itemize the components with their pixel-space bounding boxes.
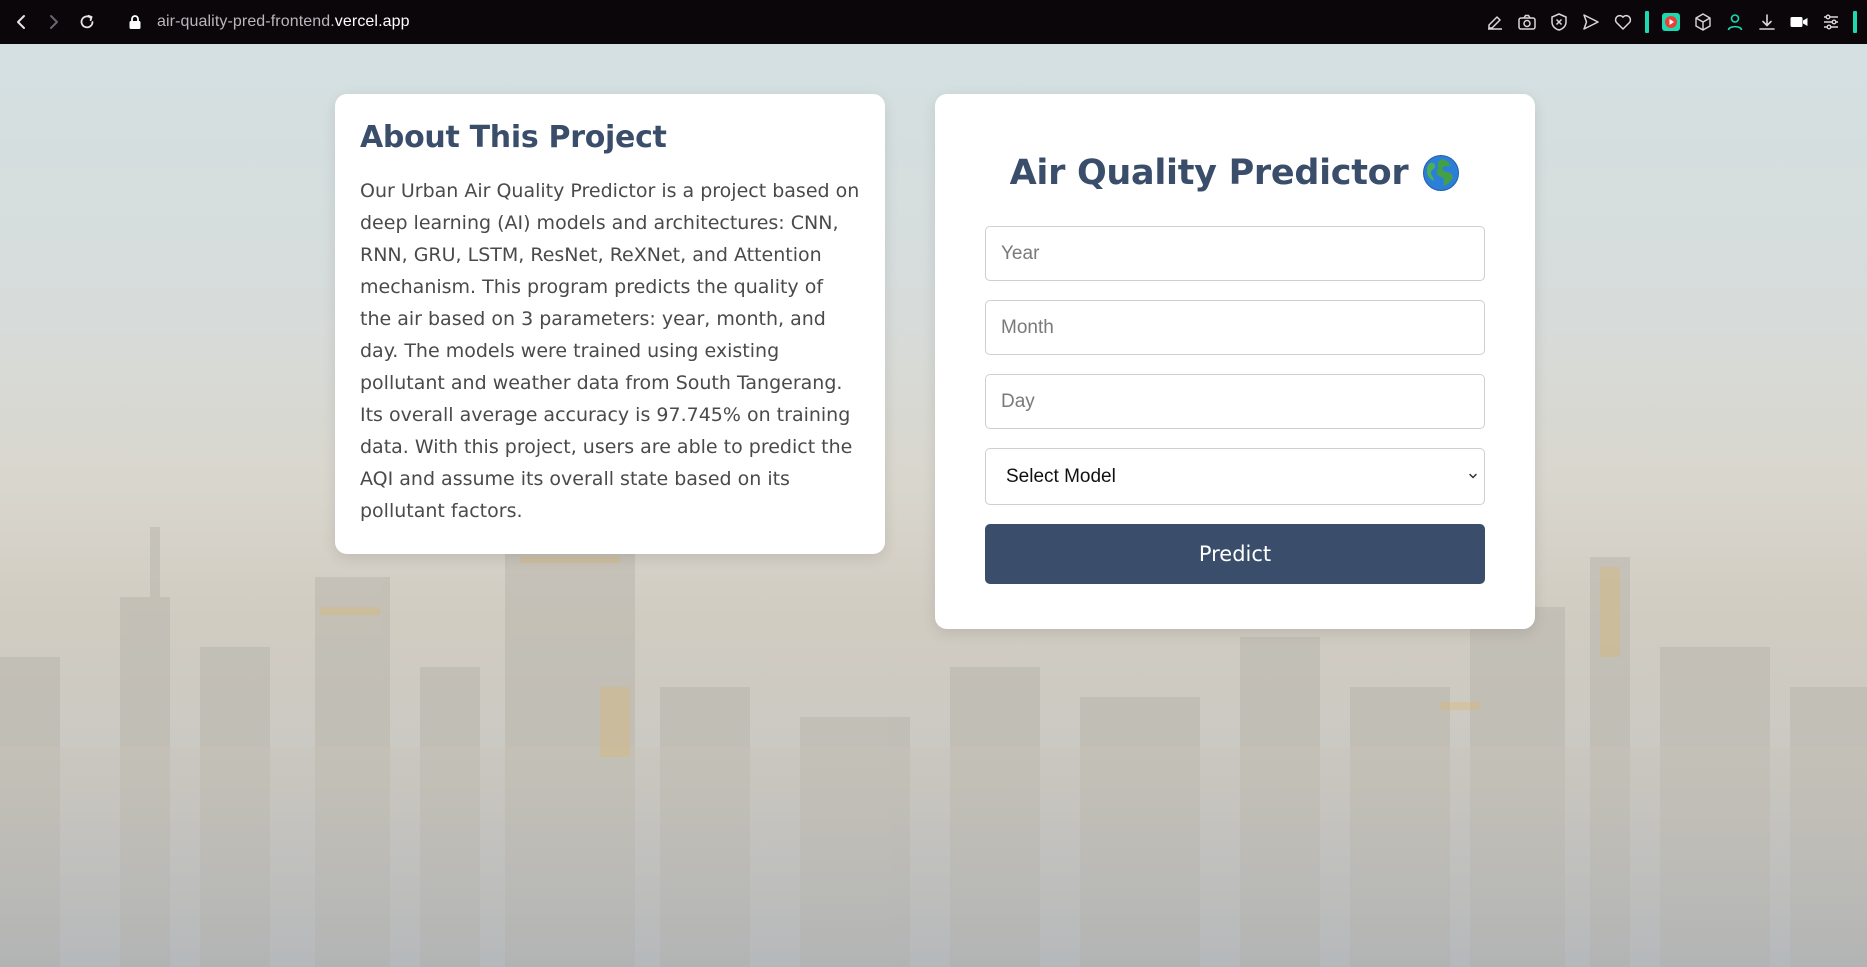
year-input[interactable]: [985, 226, 1485, 281]
predictor-header: Air Quality Predictor: [985, 144, 1485, 202]
box-extension-button[interactable]: [1693, 12, 1713, 32]
model-select[interactable]: Select Model: [985, 448, 1485, 505]
download-icon: [1759, 14, 1775, 30]
reload-icon: [80, 14, 93, 29]
sliders-icon: [1824, 14, 1838, 30]
model-select-value: Select Model: [1006, 465, 1116, 487]
favorites-button[interactable]: [1613, 12, 1633, 32]
about-card: About This Project Our Urban Air Quality…: [335, 94, 885, 554]
downloads-button[interactable]: [1757, 12, 1777, 32]
sidebar-indicator: [1853, 11, 1857, 33]
month-input[interactable]: [985, 300, 1485, 355]
shield-x-icon: [1551, 13, 1567, 31]
predict-button[interactable]: Predict: [985, 524, 1485, 584]
address-bar[interactable]: air-quality-pred-frontend.vercel.app: [127, 0, 410, 44]
extensions-tray: [1485, 0, 1867, 44]
chevron-down-icon: [1469, 473, 1477, 479]
adblock-button[interactable]: [1549, 12, 1569, 32]
city-skyline-background: [0, 527, 1867, 967]
url-prefix: air-quality-pred-frontend.: [157, 13, 335, 30]
cube-icon: [1695, 13, 1711, 31]
forward-arrow-icon: [49, 15, 58, 29]
heart-icon: [1614, 14, 1632, 30]
predictor-card: Air Quality Predictor Select Model Predi…: [935, 94, 1535, 629]
about-title: About This Project: [360, 120, 667, 155]
lock-icon: [129, 15, 141, 29]
video-extension-button[interactable]: [1661, 12, 1681, 32]
toolbar-separator: [1645, 11, 1649, 33]
about-description: Our Urban Air Quality Predictor is a pro…: [360, 180, 860, 522]
url-text: air-quality-pred-frontend.vercel.app: [157, 13, 410, 31]
back-button[interactable]: [4, 0, 37, 44]
edit-icon: [1488, 16, 1502, 30]
user-icon: [1727, 14, 1743, 31]
page-viewport: About This Project Our Urban Air Quality…: [0, 44, 1867, 967]
back-arrow-icon: [16, 15, 25, 29]
video-capture-button[interactable]: [1789, 12, 1809, 32]
predictor-title: Air Quality Predictor: [1009, 153, 1409, 193]
forward-button[interactable]: [37, 0, 70, 44]
camera-icon: [1518, 14, 1536, 30]
url-host: vercel.app: [334, 13, 410, 30]
video-camera-icon: [1790, 17, 1808, 27]
browser-toolbar: air-quality-pred-frontend.vercel.app: [0, 0, 1867, 44]
camera-button[interactable]: [1517, 12, 1537, 32]
profile-button[interactable]: [1725, 12, 1745, 32]
send-icon: [1583, 14, 1599, 30]
reload-button[interactable]: [70, 0, 103, 44]
edit-icon-button[interactable]: [1485, 12, 1505, 32]
globe-icon: [1423, 155, 1460, 191]
play-icon: [1662, 13, 1680, 31]
day-input[interactable]: [985, 374, 1485, 429]
settings-menu-button[interactable]: [1821, 12, 1841, 32]
send-button[interactable]: [1581, 12, 1601, 32]
